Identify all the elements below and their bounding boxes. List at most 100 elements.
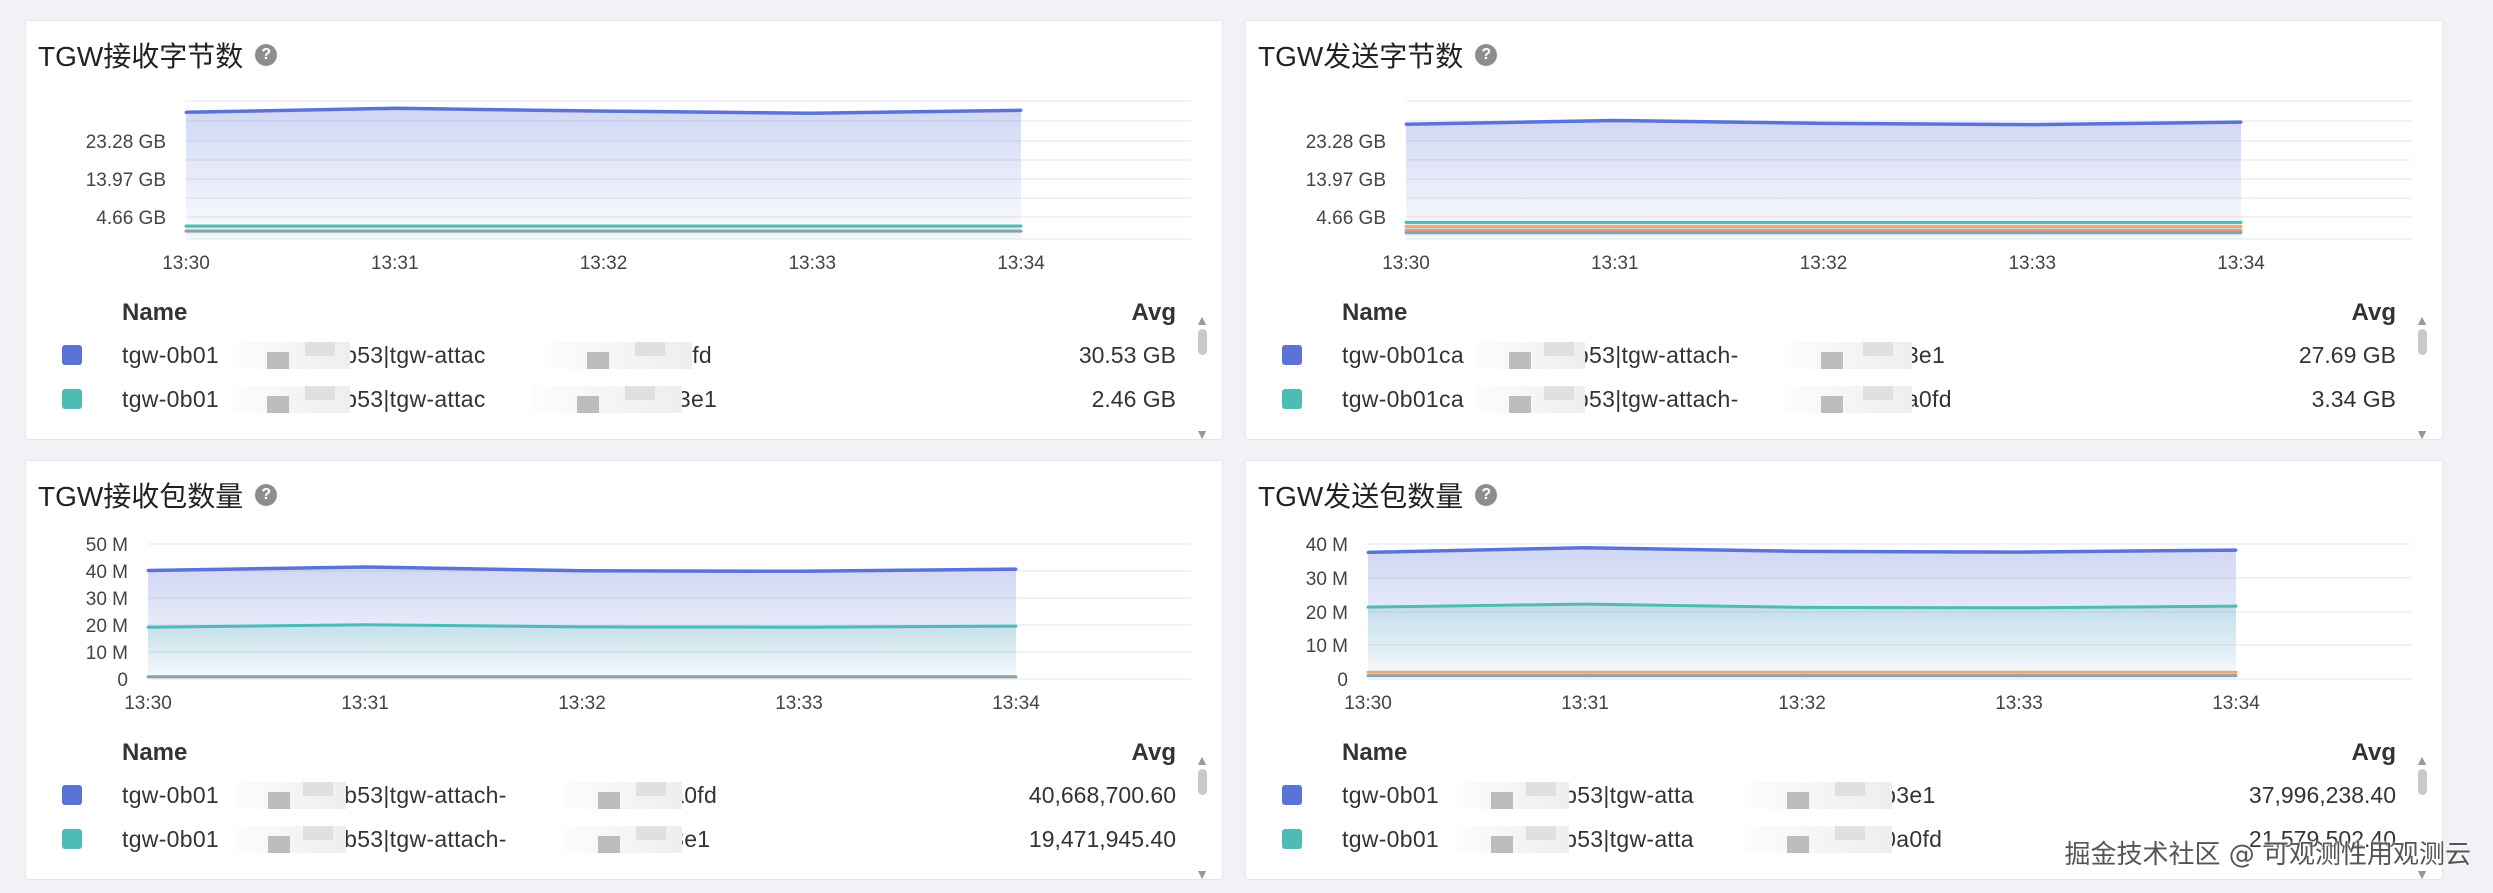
data-point[interactable] bbox=[1404, 225, 1408, 229]
data-point[interactable] bbox=[797, 569, 801, 573]
data-point[interactable] bbox=[2017, 674, 2021, 678]
data-point[interactable] bbox=[1800, 674, 1804, 678]
data-point[interactable] bbox=[602, 229, 605, 233]
data-point[interactable] bbox=[363, 623, 367, 627]
data-point[interactable] bbox=[363, 565, 367, 569]
data-point[interactable] bbox=[1366, 605, 1370, 609]
scroll-up-icon[interactable]: ▲ bbox=[2415, 313, 2429, 327]
data-point[interactable] bbox=[146, 625, 150, 629]
data-point[interactable] bbox=[146, 568, 150, 572]
legend-scrollbar[interactable]: ▲ ▼ bbox=[1195, 313, 1209, 441]
scroll-down-icon[interactable]: ▼ bbox=[1195, 867, 1209, 881]
scroll-thumb[interactable] bbox=[1197, 769, 1207, 795]
y-tick-label: 50 M bbox=[86, 535, 128, 556]
data-point[interactable] bbox=[580, 625, 584, 629]
legend-row[interactable]: tgw-0b01cab53|tgw-attach-91b3e1 27.69 GB bbox=[1282, 337, 2396, 373]
legend-row[interactable]: tgw-0b01cab53|tgw-attach-a20a0fd 3.34 GB bbox=[1282, 381, 2396, 417]
data-point[interactable] bbox=[1366, 674, 1370, 678]
data-point[interactable] bbox=[1822, 220, 1825, 224]
data-point[interactable] bbox=[797, 675, 801, 679]
data-point[interactable] bbox=[1822, 121, 1825, 125]
scroll-down-icon[interactable]: ▼ bbox=[2415, 427, 2429, 441]
legend-row[interactable]: tgw-0b01ab53|tgw-attac8a20a0fd 30.53 GB bbox=[62, 337, 1176, 373]
data-point[interactable] bbox=[810, 224, 814, 228]
data-point[interactable] bbox=[602, 224, 605, 228]
data-point[interactable] bbox=[2030, 231, 2034, 235]
data-point[interactable] bbox=[1014, 675, 1018, 679]
data-point[interactable] bbox=[2017, 606, 2021, 610]
data-point[interactable] bbox=[1800, 549, 1804, 553]
data-point[interactable] bbox=[580, 569, 584, 573]
data-point[interactable] bbox=[1014, 567, 1018, 571]
data-point[interactable] bbox=[393, 229, 397, 233]
scroll-thumb[interactable] bbox=[2417, 769, 2427, 795]
y-tick-label: 4.66 GB bbox=[1316, 208, 1386, 229]
data-point[interactable] bbox=[2234, 670, 2238, 674]
data-point[interactable] bbox=[1583, 674, 1587, 678]
legend-scrollbar[interactable]: ▲ ▼ bbox=[2415, 313, 2429, 441]
data-point[interactable] bbox=[1019, 229, 1023, 233]
y-tick-label: 4.66 GB bbox=[96, 208, 166, 229]
series-name: tgw-0b01ab53|tgw-attach-a91b3e1 bbox=[122, 825, 1029, 853]
scroll-up-icon[interactable]: ▲ bbox=[1195, 753, 1209, 767]
legend-row[interactable]: tgw-0b01ab53|tgw-attacca91b3e1 2.46 GB bbox=[62, 381, 1176, 417]
data-point[interactable] bbox=[2030, 220, 2034, 224]
data-point[interactable] bbox=[2239, 231, 2243, 235]
data-point[interactable] bbox=[1613, 220, 1617, 224]
data-point[interactable] bbox=[1613, 225, 1617, 229]
data-point[interactable] bbox=[393, 224, 397, 228]
data-point[interactable] bbox=[2234, 604, 2238, 608]
x-tick-label: 13:32 bbox=[558, 693, 606, 714]
data-point[interactable] bbox=[1019, 108, 1023, 112]
data-point[interactable] bbox=[146, 675, 150, 679]
scroll-thumb[interactable] bbox=[2417, 329, 2427, 355]
data-point[interactable] bbox=[1822, 225, 1825, 229]
data-point[interactable] bbox=[1404, 231, 1408, 235]
chart-rx-bytes: 23.28 GB 13.97 GB 4.66 GB 13:30 13:31 13:32 13… bbox=[86, 100, 1191, 274]
y-tick-label: 13.97 GB bbox=[86, 170, 166, 191]
data-point[interactable] bbox=[2234, 548, 2238, 552]
data-point[interactable] bbox=[1613, 231, 1617, 235]
scroll-up-icon[interactable]: ▲ bbox=[2415, 753, 2429, 767]
data-point[interactable] bbox=[2017, 670, 2021, 674]
data-point[interactable] bbox=[1583, 546, 1587, 550]
data-point[interactable] bbox=[1583, 602, 1587, 606]
data-point[interactable] bbox=[1366, 670, 1370, 674]
data-point[interactable] bbox=[184, 229, 188, 233]
data-point[interactable] bbox=[810, 229, 814, 233]
series-swatch bbox=[62, 785, 82, 805]
data-point[interactable] bbox=[1404, 122, 1408, 126]
data-point[interactable] bbox=[602, 109, 605, 113]
scroll-down-icon[interactable]: ▼ bbox=[1195, 427, 1209, 441]
legend-scrollbar[interactable]: ▲ ▼ bbox=[1195, 753, 1209, 881]
data-point[interactable] bbox=[2030, 123, 2034, 127]
data-point[interactable] bbox=[1613, 119, 1617, 123]
y-tick-label: 40 M bbox=[1306, 535, 1348, 556]
data-point[interactable] bbox=[1800, 605, 1804, 609]
data-point[interactable] bbox=[1366, 550, 1370, 554]
legend-row[interactable]: tgw-0b01ab53|tgw-attaa91b3e1 37,996,238.… bbox=[1282, 777, 2396, 813]
data-point[interactable] bbox=[1014, 624, 1018, 628]
legend-row[interactable]: tgw-0b01ab53|tgw-attach-8a20a0fd 40,668,… bbox=[62, 777, 1176, 813]
data-point[interactable] bbox=[797, 625, 801, 629]
data-point[interactable] bbox=[2239, 120, 2243, 124]
data-point[interactable] bbox=[1800, 670, 1804, 674]
legend-row[interactable]: tgw-0b01ab53|tgw-attach-a91b3e1 19,471,9… bbox=[62, 821, 1176, 857]
data-point[interactable] bbox=[1583, 670, 1587, 674]
data-point[interactable] bbox=[2239, 225, 2243, 229]
scroll-thumb[interactable] bbox=[1197, 329, 1207, 355]
data-point[interactable] bbox=[1822, 231, 1825, 235]
data-point[interactable] bbox=[184, 110, 188, 114]
data-point[interactable] bbox=[1404, 220, 1408, 224]
data-point[interactable] bbox=[184, 224, 188, 228]
data-point[interactable] bbox=[580, 675, 584, 679]
scroll-up-icon[interactable]: ▲ bbox=[1195, 313, 1209, 327]
data-point[interactable] bbox=[2017, 550, 2021, 554]
data-point[interactable] bbox=[2030, 225, 2034, 229]
data-point[interactable] bbox=[393, 106, 397, 110]
data-point[interactable] bbox=[1019, 224, 1023, 228]
data-point[interactable] bbox=[810, 111, 814, 115]
data-point[interactable] bbox=[363, 675, 367, 679]
data-point[interactable] bbox=[2239, 220, 2243, 224]
data-point[interactable] bbox=[2234, 674, 2238, 678]
